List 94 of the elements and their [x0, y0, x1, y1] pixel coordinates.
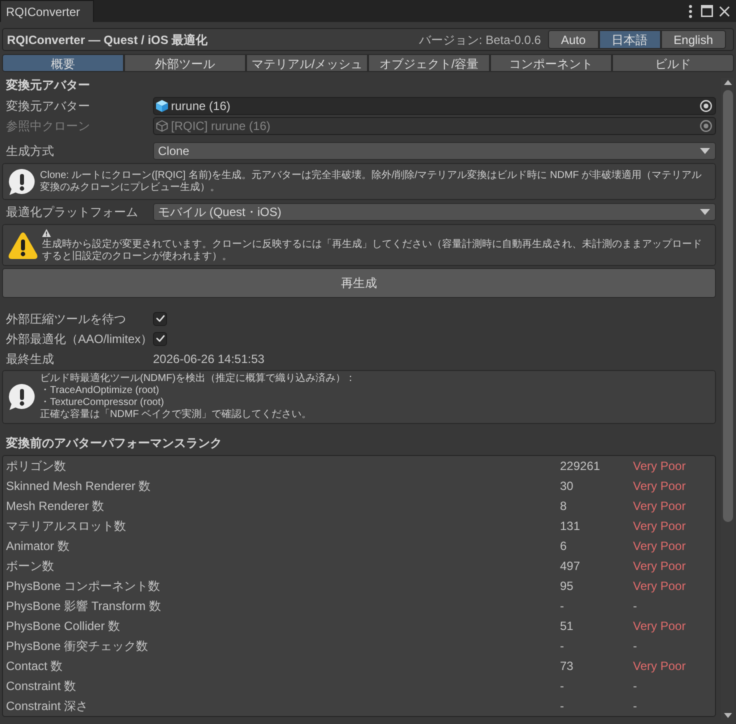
dropdown-value: モバイル (Quest・iOS): [158, 204, 282, 221]
rank-label: Very Poor: [633, 478, 687, 495]
metric-value: 6: [560, 538, 568, 555]
language-button[interactable]: 日本語: [598, 30, 661, 49]
section-heading: 変換前のアバターパフォーマンスランク: [5, 435, 223, 451]
metric-value: 8: [560, 498, 568, 515]
field-label: 最終生成: [5, 350, 55, 368]
scrollbar-thumb[interactable]: [722, 90, 732, 522]
caret-icon: [700, 209, 710, 215]
metric-name: マテリアルスロット数: [5, 518, 127, 535]
object-field-value: [RQIC] rurune (16): [171, 118, 272, 135]
cube-icon: [156, 100, 168, 112]
toolbar-tab[interactable]: 外部ツール: [124, 54, 246, 72]
dropdown-value: Clone: [158, 143, 190, 160]
help-text: 生成時から設定が変更されています。クローンに反映するには「再生成」してください（容量計測時に自動再生成され、未計測のままアップロードすると旧設定のクローンが使われます）。: [42, 239, 703, 263]
cube-outline-icon: [156, 120, 168, 132]
language-button[interactable]: Auto: [548, 30, 599, 49]
version-label: バージョン: Beta-0.0.6: [418, 32, 541, 48]
rank-label: Very Poor: [633, 538, 687, 555]
rank-label: Very Poor: [633, 618, 687, 635]
metric-name: PhysBone コンポーネント数: [5, 578, 162, 595]
rank-label: Very Poor: [633, 578, 687, 595]
warning-icon: [8, 232, 38, 258]
metric-name: Constraint 深さ: [5, 698, 90, 715]
close-icon[interactable]: [719, 6, 730, 16]
metric-value: -: [560, 678, 565, 695]
help-text: ・TextureCompressor (root): [40, 397, 165, 408]
rank-label: Very Poor: [633, 458, 687, 475]
toolbar-tab[interactable]: ビルド: [612, 54, 734, 72]
rank-label: -: [633, 638, 638, 655]
timestamp: 2026-06-26 14:51:53: [153, 350, 264, 368]
rank-label: Very Poor: [633, 658, 687, 675]
metric-name: Mesh Renderer 数: [5, 498, 106, 515]
object-field[interactable]: rurune (16): [153, 97, 716, 115]
rank-label: -: [633, 598, 638, 615]
metric-value: -: [560, 698, 565, 715]
small-warning-icon: [42, 229, 51, 237]
regenerate-button[interactable]: 再生成: [2, 268, 716, 298]
checkbox[interactable]: [153, 312, 167, 326]
scroll-up-icon[interactable]: [724, 80, 732, 85]
rank-label: -: [633, 678, 638, 695]
object-field-value: rurune (16): [171, 98, 232, 115]
field-label: 生成方式: [5, 143, 55, 160]
metric-name: Skinned Mesh Renderer 数: [5, 478, 152, 495]
rank-label: Very Poor: [633, 558, 687, 575]
toolbar-tab[interactable]: マテリアル/メッシュ: [246, 54, 368, 72]
metric-name: Animator 数: [5, 538, 70, 555]
help-text: ビルド時最適化ツール(NDMF)を検出（推定に概算で織り込み済み）：: [40, 373, 357, 385]
metric-value: 229261: [560, 458, 602, 475]
rank-label: Very Poor: [633, 498, 687, 515]
metric-value: -: [560, 598, 565, 615]
scroll-down-icon[interactable]: [724, 713, 732, 718]
help-text: 正確な容量は「NDMF ベイクで実測」で確認してください。: [40, 409, 313, 421]
toolbar-tab[interactable]: コンポーネント: [490, 54, 612, 72]
dropdown[interactable]: Clone: [153, 142, 716, 160]
window-title: RQIConverter — Quest / iOS 最適化: [7, 32, 208, 48]
target-picker-icon[interactable]: [700, 100, 712, 112]
checkmark-icon: [156, 335, 164, 342]
metric-value: 497: [560, 558, 582, 575]
field-label: 外部最適化（AAO/limitex）: [5, 330, 153, 348]
metric-value: 131: [560, 518, 582, 535]
rank-label: Very Poor: [633, 518, 687, 535]
toolbar-tab[interactable]: オブジェクト/容量: [368, 54, 490, 72]
metric-name: Constraint 数: [5, 678, 78, 695]
field-label: 外部圧縮ツールを待つ: [5, 310, 127, 328]
help-text: Clone: ルートにクローン([RQIC] 名前)を生成。元アバターは完全非破壊。除外/削除/マテリアル変換はビルド時に NDMF が非破壊適用（マテリアル変換のみクローンにプレビュー生成）。: [40, 170, 703, 194]
metric-value: 95: [560, 578, 574, 595]
field-label: 変換元アバター: [5, 98, 91, 115]
info-speech-bubble-icon: [8, 168, 36, 196]
metric-value: -: [560, 638, 565, 655]
section-heading: 変換元アバター: [5, 77, 91, 93]
field-label: 参照中クローン: [5, 118, 91, 135]
checkbox[interactable]: [153, 332, 167, 346]
info-speech-bubble-icon: [8, 383, 36, 411]
metric-value: 73: [560, 658, 574, 675]
caret-icon: [700, 148, 710, 154]
metric-value: 30: [560, 478, 574, 495]
field-label: 最適化プラットフォーム: [5, 204, 139, 221]
maximize-icon[interactable]: [701, 5, 713, 17]
metric-name: PhysBone 衝突チェック数: [5, 638, 150, 655]
toolbar-tab[interactable]: 概要: [2, 54, 124, 72]
metric-name: ボーン数: [5, 558, 55, 575]
dropdown[interactable]: モバイル (Quest・iOS): [153, 203, 716, 221]
help-text: ・TraceAndOptimize (root): [40, 385, 160, 397]
kebab-menu-icon[interactable]: [689, 4, 692, 18]
metric-value: 51: [560, 618, 574, 635]
metric-name: PhysBone 影響 Transform 数: [5, 598, 162, 615]
rank-label: -: [633, 698, 638, 715]
metric-name: PhysBone Collider 数: [5, 618, 122, 635]
checkmark-icon: [156, 315, 164, 322]
metric-name: ポリゴン数: [5, 458, 67, 475]
language-button[interactable]: English: [660, 30, 726, 49]
window-tab[interactable]: RQIConverter: [0, 0, 94, 22]
metric-name: Contact 数: [5, 658, 64, 675]
